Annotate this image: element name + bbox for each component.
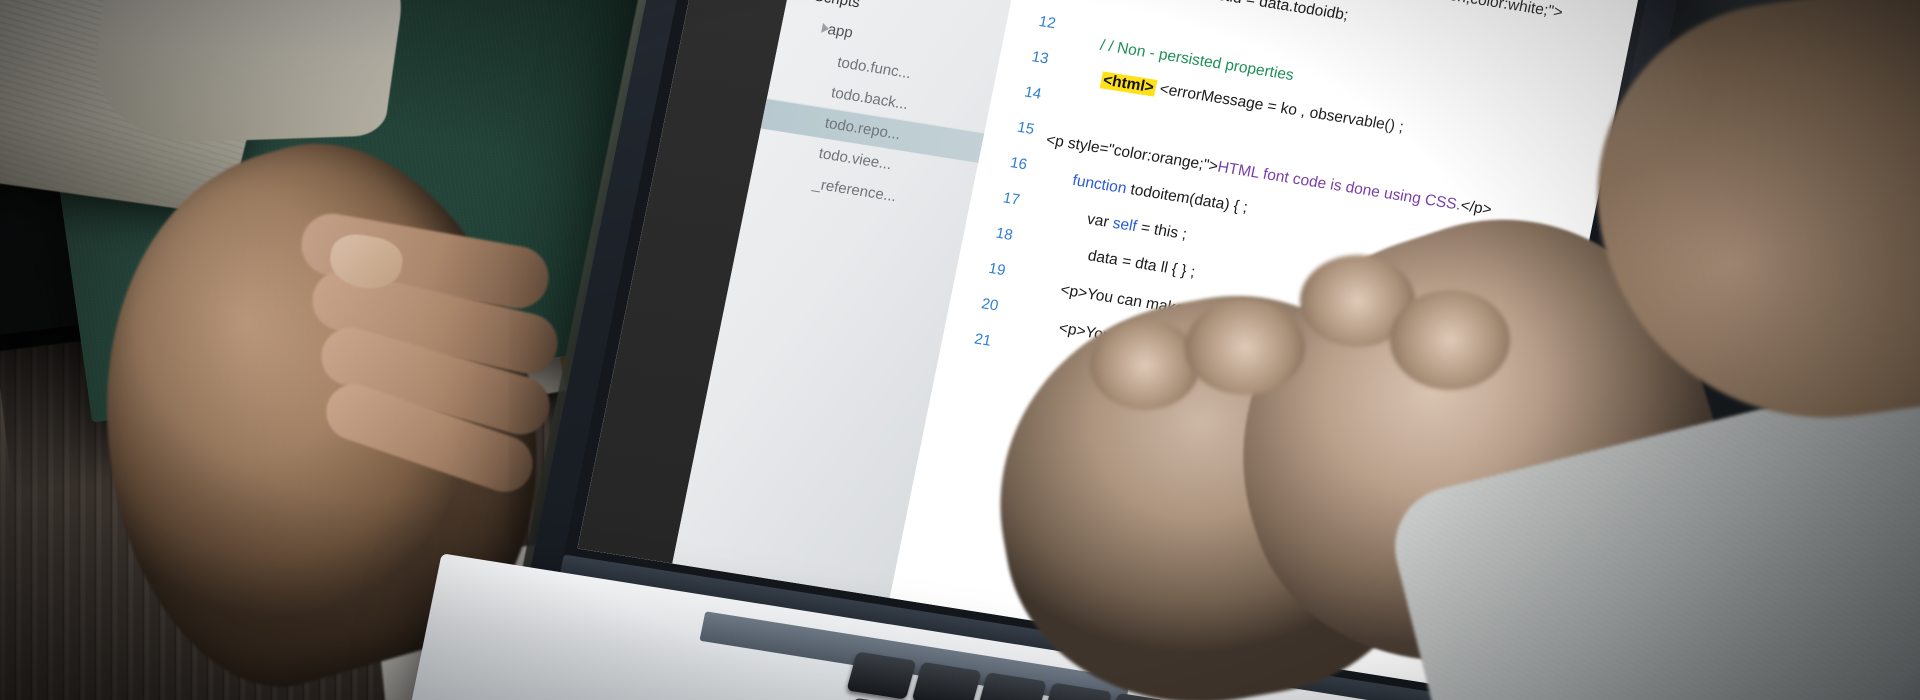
file-tree-item-label: app [826,21,855,42]
line-number: 20 [979,295,1000,315]
file-tree-item-label: todo.func... [835,53,913,83]
file-tree-item-label: Scripts [813,0,862,11]
code-token-rest: = this ; [1139,219,1189,244]
knuckle [1090,320,1200,410]
code-token-tail: </p> [1459,197,1494,219]
file-tree-item-label: todo.viee... [817,145,894,174]
book-open-page [83,0,417,146]
screenshot-stage: 11 readme.model.jj /IDB.. TODOIDB Conten… [0,0,1920,700]
light-glow [1300,0,1720,200]
line-number: 19 [987,259,1008,280]
code-token-self: self [1111,214,1139,236]
code-line-17: function todoitem(data) { ; [1071,172,1249,217]
line-number: 17 [1001,189,1022,209]
knuckle [1185,300,1305,395]
code-token-var: var [1085,210,1111,231]
code-line-18: var self = this ; [1085,210,1189,244]
keyboard-key[interactable] [846,651,917,700]
code-token-lead: <p style="color:orange;"> [1044,131,1220,176]
file-tree-item-label: _reference... [811,175,898,206]
line-number: 13 [1030,48,1051,68]
line-number: 12 [1037,12,1058,33]
code-token-rest: todoitem(data) { ; [1128,181,1250,217]
line-number: 18 [994,224,1015,244]
knuckle [1390,290,1510,390]
file-tree-item-label: todo.repo... [823,114,902,144]
line-number: 15 [1015,118,1036,139]
line-number: 16 [1008,154,1029,174]
code-token-html-tag: <html> [1099,71,1158,97]
line-number: 21 [972,330,993,350]
code-token-keyword: function [1071,172,1129,198]
line-number: 14 [1023,83,1043,103]
file-tree-item-label: todo.back... [829,84,910,114]
code-token: data = dta ll { } ; [1086,247,1197,281]
code-line-19: data = dta ll { } ; [1086,247,1197,282]
